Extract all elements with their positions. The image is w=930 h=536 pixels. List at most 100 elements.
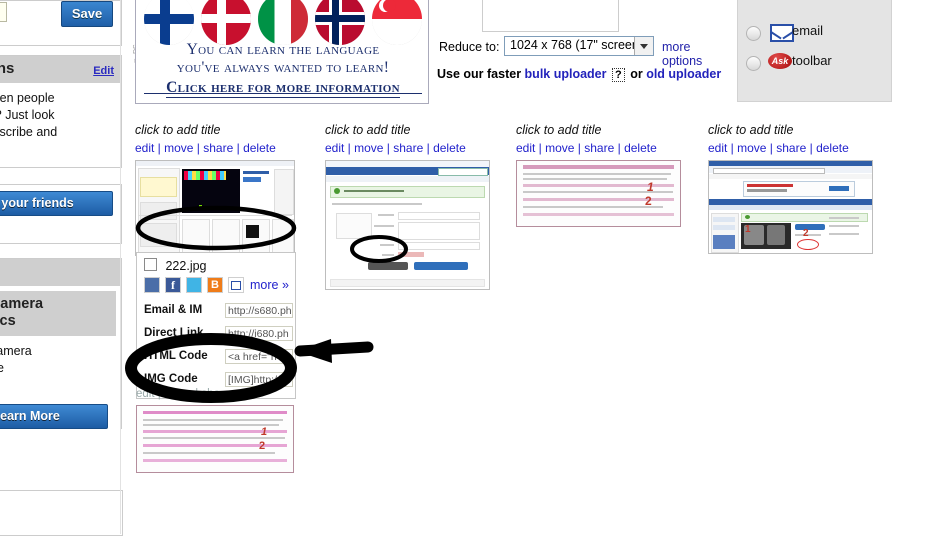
display-name-panel: m name Save is?: [0, 0, 122, 46]
learn-more-wrap: earn More: [0, 404, 108, 429]
email-share-icon[interactable]: [228, 277, 244, 293]
extras-panel: email Ask toolbar: [737, 0, 892, 102]
myspace-icon[interactable]: [144, 277, 160, 293]
friends-body: g your friends is?: [0, 185, 121, 243]
link-row-img-label: IMG Code: [144, 373, 198, 385]
thumb-upload-form[interactable]: [135, 160, 295, 256]
reduce-label: Reduce to:: [439, 40, 500, 54]
subscriptions-edit-link[interactable]: Edit: [93, 63, 114, 79]
more-options-link[interactable]: more options: [662, 40, 730, 68]
file-name-label: 222.jpg: [165, 259, 207, 273]
ad-cta-link[interactable]: Click here for more information: [166, 79, 400, 98]
whats-new-line-2: e picture: [0, 361, 4, 375]
italy-flag-icon: [258, 0, 308, 45]
invite-friends-button[interactable]: g your friends: [0, 191, 113, 216]
gallery-item-1: click to add title edit | move | share |…: [135, 123, 295, 256]
link-row-html-value[interactable]: <a href="h: [225, 349, 293, 364]
gallery-item-3: click to add title edit | move | share |…: [516, 123, 681, 227]
link-row-email: Email & IM http://s680.ph: [144, 303, 294, 321]
sidebar-divider: [120, 0, 121, 534]
annotation-arrow-left: [294, 339, 374, 363]
link-row-direct-value[interactable]: http://i680.ph: [225, 326, 293, 341]
whats-new-body: every camera e picture atically!: [0, 336, 116, 396]
reduce-select[interactable]: 1024 x 768 (17" screen): [504, 36, 654, 56]
thumb-upload-success[interactable]: [325, 160, 490, 290]
link-row-email-label: Email & IM: [144, 304, 203, 316]
bulk-uploader-link[interactable]: bulk uploader: [525, 67, 607, 81]
gallery-item-2-actions[interactable]: edit | move | share | delete: [325, 141, 490, 155]
ad-underline: [144, 93, 422, 94]
file-checkbox[interactable]: [144, 258, 157, 271]
link-row-img-value[interactable]: [IMG]http://i6: [225, 372, 293, 387]
flag-row: [144, 0, 422, 45]
uploader-line: Use our faster bulk uploader ? or old up…: [437, 67, 721, 82]
toolbar-radio[interactable]: [746, 56, 761, 71]
whats-new-subhead-line-2: one Pics: [0, 313, 16, 329]
display-name-input[interactable]: m name: [0, 2, 7, 22]
page-root: m name Save is? criptions Edit know when…: [0, 0, 930, 536]
file-name-row[interactable]: 222.jpg: [144, 258, 207, 273]
link-row-email-value[interactable]: http://s680.ph: [225, 303, 293, 318]
thumb-ebay-listing[interactable]: 1 2: [708, 160, 873, 254]
or-text: or: [630, 67, 643, 81]
link-row-direct-label: Direct Link: [144, 327, 204, 339]
reduce-select-value: 1024 x 768 (17" screen): [510, 38, 643, 52]
option-email[interactable]: email: [746, 23, 891, 45]
thumb-generated-code[interactable]: 1 2: [516, 160, 681, 227]
old-uploader-link[interactable]: old uploader: [646, 67, 721, 81]
whats-new-line-3: atically!: [0, 377, 108, 394]
whats-new-header: new: [0, 259, 121, 286]
subscriptions-line-1: know when people: [0, 91, 55, 105]
save-name-row: m name Save is?: [0, 1, 123, 35]
norway-flag-icon: [315, 0, 365, 45]
denmark-flag-icon: [201, 0, 251, 45]
share-icon-row: f B more »: [144, 277, 294, 295]
gallery-item-5-actions[interactable]: edit | move | sha: [136, 388, 294, 400]
upload-options: Reduce to: 1024 x 768 (17" screen) more …: [432, 0, 732, 102]
option-toolbar-label: toolbar: [792, 53, 832, 68]
blogger-icon[interactable]: B: [207, 277, 223, 293]
link-row-html-label: HTML Code: [144, 350, 208, 362]
email-icon: [770, 24, 794, 42]
finland-flag-icon: [144, 0, 194, 45]
whats-new-subhead-line-1: load Camera: [0, 296, 44, 312]
language-ad-banner[interactable]: You can learn the language you've always…: [135, 0, 429, 104]
more-share-link[interactable]: more »: [250, 278, 289, 292]
gallery-item-1-actions[interactable]: edit | move | share | delete: [135, 141, 295, 155]
subscriptions-line-3: to subscribe and: [0, 125, 58, 139]
option-toolbar[interactable]: Ask toolbar: [746, 53, 891, 75]
gallery-item-1-title[interactable]: click to add title: [135, 123, 295, 137]
left-sidebar: m name Save is? criptions Edit know when…: [0, 0, 123, 536]
thumb-generated-code-2[interactable]: 1 2: [136, 405, 294, 473]
gallery-item-3-actions[interactable]: edit | move | share | delete: [516, 141, 681, 155]
learn-more-button[interactable]: earn More: [0, 404, 108, 429]
friends-panel: g your friends is?: [0, 184, 122, 244]
subscriptions-line-4: tes.: [0, 141, 113, 158]
facebook-icon[interactable]: f: [165, 277, 181, 293]
faster-prefix: Use our faster: [437, 67, 522, 81]
ad-text: You can learn the language you've always…: [136, 41, 428, 98]
upload-dropzone[interactable]: [482, 0, 619, 32]
gallery-item-5: edit | move | sha 1 2: [136, 388, 294, 473]
gallery-item-4: click to add title edit | move | share |…: [708, 123, 873, 254]
sidebar-bottom-panel: [0, 490, 123, 536]
chevron-down-icon[interactable]: [634, 37, 653, 55]
ask-icon: Ask: [768, 53, 792, 69]
gallery-item-3-title[interactable]: click to add title: [516, 123, 681, 137]
share-link-box: 222.jpg f B more » Email & IM http://s68…: [136, 252, 296, 399]
gallery-item-4-title[interactable]: click to add title: [708, 123, 873, 137]
help-icon[interactable]: ?: [611, 68, 625, 82]
subscriptions-body: know when people pictures? Just look to …: [0, 83, 121, 167]
whatis-link-2[interactable]: is?: [0, 216, 113, 235]
save-button[interactable]: Save: [61, 1, 113, 27]
email-radio[interactable]: [746, 26, 761, 41]
whats-new-panel: new load Camera one Pics every camera e …: [0, 258, 122, 429]
twitter-icon[interactable]: [186, 277, 202, 293]
whats-new-inner: load Camera one Pics every camera e pict…: [0, 286, 121, 429]
whats-new-subhead: load Camera one Pics: [0, 291, 116, 336]
option-email-label: email: [792, 23, 824, 38]
gallery-item-2-title[interactable]: click to add title: [325, 123, 490, 137]
subscriptions-header: criptions Edit: [0, 56, 121, 83]
gallery-item-4-actions[interactable]: edit | move | share | delete: [708, 141, 873, 155]
whats-new-line-1: every camera: [0, 344, 32, 358]
